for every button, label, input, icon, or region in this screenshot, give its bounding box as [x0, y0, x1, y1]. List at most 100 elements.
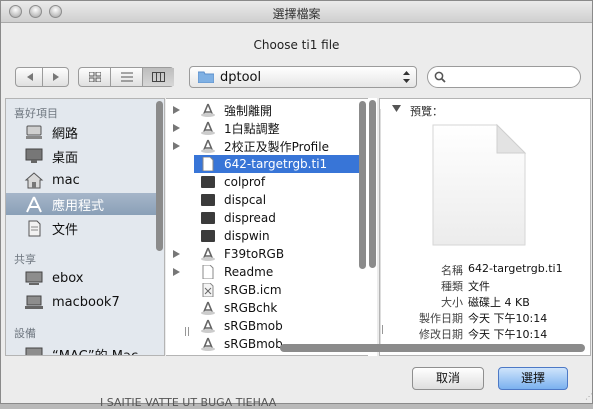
file-column: 強制離開 1白點調整 2校正及製作Profile 642-targetrgb.ti1 c…: [166, 98, 368, 356]
title-bar: 選擇檔案: [1, 1, 592, 23]
meta-value: 642-targetrgb.ti1: [468, 262, 563, 275]
window-title: 選擇檔案: [272, 7, 321, 21]
file-row[interactable]: dispwin: [194, 227, 366, 245]
list-view-icon: [120, 72, 133, 82]
resize-grip[interactable]: ⋰: [585, 392, 593, 402]
executable-icon: [201, 212, 215, 224]
column-scrollbar[interactable]: [369, 100, 376, 352]
view-mode-control[interactable]: [78, 67, 174, 87]
document-icon: [202, 265, 214, 279]
computer-icon: [25, 347, 43, 355]
file-row[interactable]: 642-targetrgb.ti1: [194, 155, 366, 173]
folder-icon: [198, 71, 214, 83]
icon-view-icon: [88, 72, 101, 82]
back-button[interactable]: [16, 68, 43, 86]
meta-value: 文件: [468, 280, 490, 293]
sidebar-heading-favorites: 喜好項目: [14, 107, 58, 120]
file-row[interactable]: 2校正及製作Profile: [194, 137, 366, 155]
column-resize-handle[interactable]: ||: [184, 327, 190, 337]
desktop-icon: [25, 148, 43, 163]
column-scroll-thumb[interactable]: [369, 100, 376, 268]
preview-resize-handle[interactable]: ||: [380, 325, 384, 335]
application-icon: [201, 139, 215, 153]
executable-icon: [201, 230, 215, 242]
file-row[interactable]: 強制離開: [194, 101, 366, 119]
file-name: 1白點調整: [224, 121, 280, 136]
file-row[interactable]: sRGB.icm: [194, 281, 366, 299]
horizontal-scroll-thumb[interactable]: [280, 344, 585, 352]
expand-triangle-icon[interactable]: [173, 268, 180, 276]
file-row[interactable]: sRGBchk: [194, 299, 366, 317]
path-label: dptool: [220, 70, 262, 85]
file-name: sRGBmob: [224, 337, 283, 351]
file-row[interactable]: sRGBmob: [194, 317, 366, 335]
disclosure-triangle-icon[interactable]: [392, 105, 401, 113]
file-name: 強制離開: [224, 103, 273, 118]
back-forward-control[interactable]: [15, 67, 69, 87]
horizontal-scrollbar[interactable]: [280, 342, 591, 354]
sidebar-item-mac[interactable]: “MAC”的 Mac: [6, 343, 156, 355]
choose-button[interactable]: 選擇: [498, 367, 568, 390]
path-popup[interactable]: dptool: [189, 66, 417, 88]
expand-triangle-icon[interactable]: [173, 142, 180, 150]
column-view-button[interactable]: [143, 68, 174, 86]
background-text: I SAITIE VATTE UT BUGA TIEHAA: [100, 396, 277, 409]
list-view-button[interactable]: [111, 68, 143, 86]
cancel-button[interactable]: 取消: [412, 367, 484, 390]
column-view-icon: [152, 72, 165, 82]
executable-icon: [201, 176, 215, 188]
file-name: 2校正及製作Profile: [224, 139, 329, 154]
expand-triangle-icon[interactable]: [173, 250, 180, 258]
file-name: colprof: [224, 175, 266, 189]
file-name: F39toRGB: [224, 247, 285, 261]
file-name: Readme: [224, 265, 274, 279]
file-row[interactable]: 1白點調整: [194, 119, 366, 137]
file-column-scroll-thumb[interactable]: [359, 101, 366, 269]
sidebar-item-macbook7[interactable]: macbook7: [6, 291, 156, 313]
icon-view-button[interactable]: [79, 68, 111, 86]
expand-triangle-icon[interactable]: [173, 106, 180, 114]
search-input[interactable]: [450, 69, 574, 85]
meta-label: 種類: [441, 280, 463, 293]
expand-triangle-icon[interactable]: [173, 124, 180, 132]
file-row[interactable]: colprof: [194, 173, 366, 191]
file-name: 642-targetrgb.ti1: [224, 157, 328, 171]
sidebar-heading-devices: 設備: [14, 327, 36, 340]
file-row[interactable]: Readme: [194, 263, 366, 281]
sidebar-heading-shared: 共享: [14, 253, 36, 266]
file-name: dispwin: [224, 229, 270, 243]
file-row[interactable]: F39toRGB: [194, 245, 366, 263]
executable-icon: [201, 194, 215, 206]
sidebar-scroll-thumb[interactable]: [156, 101, 163, 251]
sidebar-item-ebox[interactable]: ebox: [6, 267, 156, 289]
sidebar-item-desktop[interactable]: 桌面: [6, 145, 156, 167]
meta-value: 今天 下午10:14: [468, 328, 548, 341]
file-name: dispread: [224, 211, 276, 225]
computer-icon: [25, 271, 43, 285]
file-row[interactable]: dispcal: [194, 191, 366, 209]
application-icon: [201, 301, 215, 315]
open-file-dialog: 選擇檔案 Choose ti1 file dptool 喜好項目 網路 桌面 m…: [0, 0, 593, 404]
file-name: dispcal: [224, 193, 267, 207]
sidebar: 喜好項目 網路 桌面 mac 應用程式 文件 共享 ebox macbook7 …: [5, 98, 165, 356]
sidebar-scrollbar[interactable]: [156, 101, 163, 353]
file-row[interactable]: dispread: [194, 209, 366, 227]
file-column-scrollbar[interactable]: [359, 101, 366, 353]
document-preview-icon: [432, 123, 527, 246]
search-icon: [434, 71, 446, 83]
documents-icon: [28, 220, 41, 236]
file-name: sRGBchk: [224, 301, 278, 315]
meta-label: 大小: [441, 296, 463, 309]
applications-icon: [26, 196, 42, 212]
meta-label: 名稱: [441, 264, 463, 277]
forward-button[interactable]: [43, 68, 69, 86]
dialog-prompt: Choose ti1 file: [253, 38, 340, 52]
sidebar-item-home[interactable]: mac: [6, 169, 156, 191]
sidebar-item-network[interactable]: 網路: [6, 121, 156, 143]
search-field[interactable]: [427, 66, 581, 88]
sidebar-item-documents[interactable]: 文件: [6, 217, 156, 239]
sidebar-item-applications[interactable]: 應用程式: [6, 193, 156, 215]
network-icon: [26, 125, 42, 139]
meta-value: 磁碟上 4 KB: [468, 296, 530, 309]
meta-label: 修改日期: [419, 328, 463, 341]
